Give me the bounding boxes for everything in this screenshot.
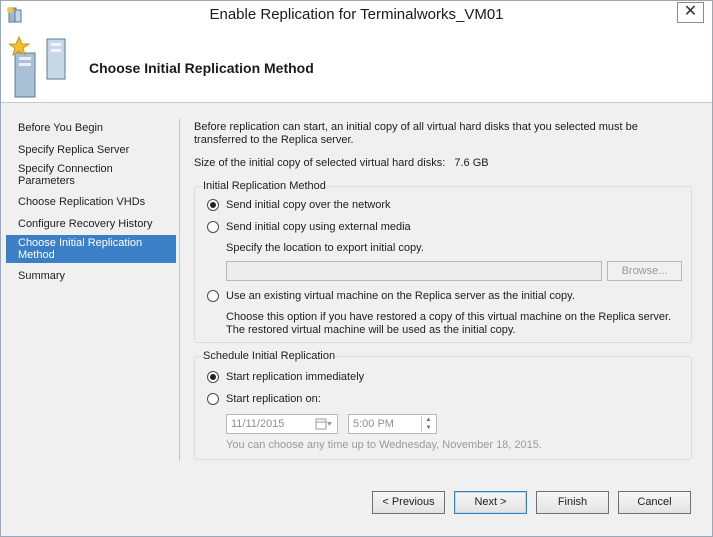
label-start-immediately: Start replication immediately — [226, 371, 365, 383]
nav-item-configure-recovery-history[interactable]: Configure Recovery History — [6, 216, 176, 232]
start-time-value: 5:00 PM — [353, 418, 394, 430]
radio-existing-vm[interactable] — [207, 290, 219, 302]
nav-item-choose-initial-replication-method[interactable]: Choose Initial Replication Method — [6, 235, 176, 263]
next-button[interactable]: Next > — [454, 491, 527, 514]
label-send-external-media: Send initial copy using external media — [226, 221, 411, 233]
nav-item-before-you-begin[interactable]: Before You Begin — [6, 120, 176, 136]
start-date-value: 11/11/2015 — [231, 418, 285, 430]
start-time-picker[interactable]: 5:00 PM ▲ ▼ — [348, 414, 437, 434]
option-send-external-media[interactable]: Send initial copy using external media — [207, 221, 411, 233]
label-existing-vm: Use an existing virtual machine on the R… — [226, 290, 575, 302]
copy-size-row: Size of the initial copy of selected vir… — [194, 157, 489, 169]
start-date-picker[interactable]: 11/11/2015 — [226, 414, 338, 434]
radio-send-over-network[interactable] — [207, 199, 219, 211]
option-start-immediately[interactable]: Start replication immediately — [207, 371, 364, 383]
finish-button[interactable]: Finish — [536, 491, 609, 514]
intro-text: Before replication can start, an initial… — [194, 121, 638, 146]
browse-button[interactable]: Browse... — [607, 261, 682, 281]
label-send-over-network: Send initial copy over the network — [226, 199, 391, 211]
server-replication-icon — [9, 35, 66, 98]
schedule-hint-text: You can choose any time up to Wednesday,… — [226, 439, 542, 451]
wizard-steps-nav: Before You Begin Specify Replica Server … — [1, 103, 179, 460]
option-send-over-network[interactable]: Send initial copy over the network — [207, 199, 390, 211]
label-start-on: Start replication on: — [226, 393, 321, 405]
nav-divider — [179, 119, 180, 461]
option-existing-vm[interactable]: Use an existing virtual machine on the R… — [207, 290, 575, 302]
spin-up-icon[interactable]: ▲ — [422, 416, 435, 424]
radio-start-immediately[interactable] — [207, 371, 219, 383]
existing-vm-description: Choose this option if you have restored … — [226, 311, 672, 336]
radio-send-external-media[interactable] — [207, 221, 219, 233]
time-spinner[interactable]: ▲ ▼ — [421, 416, 435, 432]
spin-down-icon[interactable]: ▼ — [422, 424, 435, 432]
title-bar: Enable Replication for Terminalworks_VM0… — [1, 1, 712, 29]
close-icon: ✕ — [683, 3, 698, 20]
wizard-window: Enable Replication for Terminalworks_VM0… — [0, 0, 713, 537]
previous-button[interactable]: < Previous — [372, 491, 445, 514]
main-content: Before replication can start, an initial… — [194, 103, 699, 463]
cancel-button[interactable]: Cancel — [618, 491, 691, 514]
group-label-schedule-initial-replication: Schedule Initial Replication — [203, 350, 336, 362]
option-start-on[interactable]: Start replication on: — [207, 393, 321, 405]
nav-item-choose-replication-vhds[interactable]: Choose Replication VHDs — [6, 194, 176, 210]
nav-item-specify-replica-server[interactable]: Specify Replica Server — [6, 142, 176, 158]
copy-size-label: Size of the initial copy of selected vir… — [194, 157, 446, 169]
window-title: Enable Replication for Terminalworks_VM0… — [209, 6, 504, 23]
nav-item-specify-connection-parameters[interactable]: Specify Connection Parameters — [6, 161, 176, 189]
initial-replication-method-group: Initial Replication Method Send initial … — [194, 180, 692, 343]
page-title: Choose Initial Replication Method — [89, 60, 314, 76]
nav-item-summary[interactable]: Summary — [6, 268, 176, 284]
wizard-header: Choose Initial Replication Method — [1, 29, 712, 103]
close-button[interactable]: ✕ — [677, 2, 704, 23]
export-location-input[interactable] — [226, 261, 602, 281]
group-label-initial-replication-method: Initial Replication Method — [203, 180, 326, 192]
schedule-initial-replication-group: Schedule Initial Replication Start repli… — [194, 350, 692, 460]
copy-size-value: 7.6 GB — [454, 157, 489, 169]
calendar-dropdown-icon[interactable] — [315, 418, 333, 430]
radio-start-on[interactable] — [207, 393, 219, 405]
media-location-label: Specify the location to export initial c… — [226, 242, 424, 254]
